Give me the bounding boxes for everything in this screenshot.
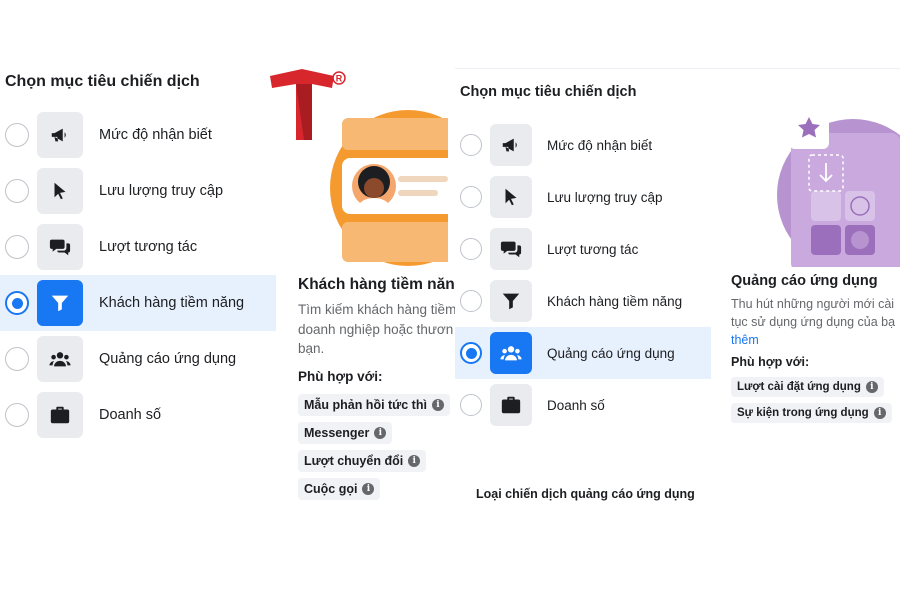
radio-button[interactable] [460,186,482,208]
cursor-icon [490,176,532,218]
funnel-icon [37,280,83,326]
option-label: Doanh số [99,407,162,423]
image-caption: Loại chiến dịch quảng cáo ứng dụng [476,487,695,501]
objective-option-engagement[interactable]: Lượt tương tác [0,219,276,275]
radio-button[interactable] [460,290,482,312]
detail-description: Tìm kiếm khách hàng tiềm doanh nghiệp ho… [298,302,455,357]
tag-instant-form: Mẫu phản hồi tức thì i [298,393,450,416]
chat-bubbles-icon [490,228,532,270]
objective-option-app-promotion[interactable]: Quảng cáo ứng dụng [0,331,276,387]
see-more-link[interactable]: thêm [731,333,759,347]
tag-label: Messenger [304,425,370,440]
option-label: Lượt tương tác [99,239,198,255]
tag-list: Lượt cài đặt ứng dụng i Sự kiện trong ứng… [731,377,900,424]
option-label: Lưu lượng truy cập [547,189,663,205]
option-label: Mức độ nhận biết [547,137,653,153]
objective-option-leads[interactable]: Khách hàng tiềm năng [0,275,276,331]
radio-button[interactable] [460,238,482,260]
objective-option-sales[interactable]: Doanh số [455,379,711,431]
objective-list: Mức độ nhận biết Lưu lượng truy cập Lượt… [0,107,276,443]
objective-option-awareness[interactable]: Mức độ nhận biết [455,119,711,171]
detail-heading: Khách hàng tiềm năng [298,276,455,293]
info-icon[interactable]: i [408,454,421,467]
app-promotion-illustration [731,87,900,267]
radio-button[interactable] [5,347,29,371]
objective-list: Mức độ nhận biết Lưu lượng truy cập Lượt… [455,119,711,431]
cursor-icon [37,168,83,214]
objective-detail: Quảng cáo ứng dụng Thu hút những người m… [731,87,900,424]
objective-option-awareness[interactable]: Mức độ nhận biết [0,107,276,163]
briefcase-icon [490,384,532,426]
left-objective-panel: Chọn mục tiêu chiến dịch Mức độ nhận biế… [0,60,455,530]
option-label: Lượt tương tác [547,241,639,257]
tag-conversions: Lượt chuyển đổi i [298,449,427,472]
megaphone-icon [490,124,532,166]
info-icon[interactable]: i [374,426,387,439]
option-label: Quảng cáo ứng dụng [99,351,237,367]
option-label: Doanh số [547,397,605,413]
radio-button-selected[interactable] [460,342,482,364]
option-label: Mức độ nhận biết [99,127,212,143]
tag-app-installs: Lượt cài đặt ứng dụng i [731,377,884,398]
people-icon [490,332,532,374]
tag-label: Lượt chuyển đổi [304,453,404,468]
brand-logo: R [268,68,350,142]
objective-option-traffic[interactable]: Lưu lượng truy cập [455,171,711,223]
radio-button[interactable] [5,403,29,427]
funnel-icon [490,280,532,322]
description-text: Thu hút những người mới cài tục sử dụng … [731,297,896,330]
info-icon[interactable]: i [865,381,878,394]
objective-option-leads[interactable]: Khách hàng tiềm năng [455,275,711,327]
tag-app-events: Sự kiện trong ứng dụng i [731,403,892,424]
objective-option-traffic[interactable]: Lưu lượng truy cập [0,163,276,219]
people-icon [37,336,83,382]
svg-text:R: R [336,74,343,84]
info-icon[interactable]: i [431,398,444,411]
radio-button[interactable] [5,235,29,259]
fit-label: Phù hợp với: [298,368,383,384]
radio-button[interactable] [5,179,29,203]
fit-label: Phù hợp với: [731,355,810,370]
objective-detail: Khách hàng tiềm năng Tìm kiếm khách hàng… [298,100,455,500]
tag-label: Lượt cài đặt ứng dụng [737,381,861,394]
panel-title: Chọn mục tiêu chiến dịch [5,73,200,90]
detail-heading: Quảng cáo ứng dụng [731,273,878,289]
tag-calls: Cuộc gọi i [298,477,381,500]
radio-button[interactable] [460,394,482,416]
option-label: Khách hàng tiềm năng [99,295,245,311]
tag-messenger: Messenger i [298,421,393,444]
briefcase-icon [37,392,83,438]
radio-button[interactable] [460,134,482,156]
detail-description: Thu hút những người mới cài tục sử dụng … [731,295,900,349]
objective-option-engagement[interactable]: Lượt tương tác [455,223,711,275]
tag-label: Cuộc gọi [304,481,358,496]
megaphone-icon [37,112,83,158]
info-icon[interactable]: i [873,407,886,420]
tag-label: Mẫu phản hồi tức thì [304,397,427,412]
panel-title: Chọn mục tiêu chiến dịch [460,84,637,100]
tag-list: Mẫu phản hồi tức thì i Messenger i Lượt ch… [298,393,455,500]
tag-label: Sự kiện trong ứng dụng [737,407,869,420]
radio-button[interactable] [5,123,29,147]
option-label: Khách hàng tiềm năng [547,293,683,309]
option-label: Quảng cáo ứng dụng [547,345,675,361]
objective-option-app-promotion[interactable]: Quảng cáo ứng dụng [455,327,711,379]
option-label: Lưu lượng truy cập [99,183,224,199]
info-icon[interactable]: i [362,482,375,495]
objective-option-sales[interactable]: Doanh số [0,387,276,443]
right-objective-panel: Chọn mục tiêu chiến dịch Mức độ nhận biế… [455,68,900,518]
radio-button-selected[interactable] [5,291,29,315]
chat-bubbles-icon [37,224,83,270]
